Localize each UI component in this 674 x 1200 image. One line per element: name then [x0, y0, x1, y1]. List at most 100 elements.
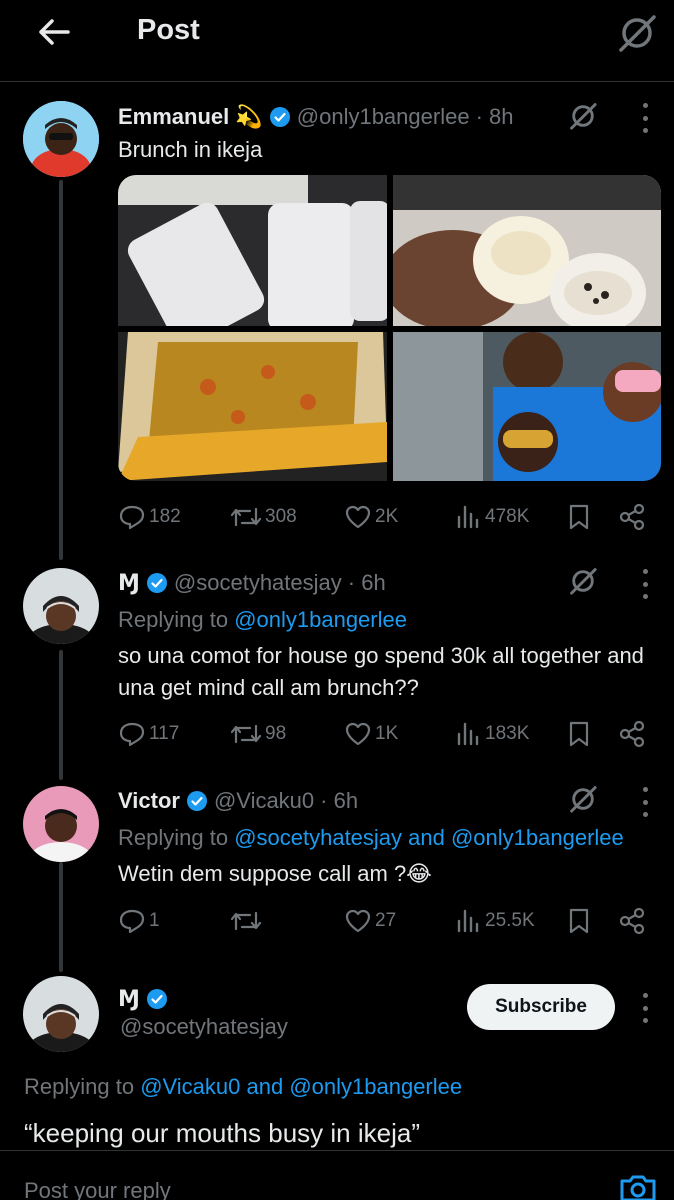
views-count: 183K [485, 723, 530, 744]
views-icon [457, 505, 479, 529]
camera-icon[interactable] [618, 1175, 658, 1200]
mention-link[interactable]: @only1bangerlee [234, 607, 407, 632]
share-icon[interactable] [618, 720, 646, 748]
reply-input[interactable] [24, 1178, 584, 1200]
like-button[interactable]: 27 [344, 904, 396, 938]
post-text: Wetin dem suppose call am ?😂 [118, 861, 432, 886]
reply-count: 182 [149, 506, 181, 527]
bookmark-icon[interactable] [568, 720, 590, 748]
composer-divider [0, 1150, 674, 1151]
user-handle[interactable]: @only1bangerlee [297, 104, 470, 130]
reply-icon [119, 505, 145, 530]
share-icon[interactable] [618, 907, 646, 935]
post-header: Emmanuel 💫 @only1bangerlee · 8h [118, 104, 513, 130]
avatar[interactable] [23, 568, 99, 644]
reply-icon [119, 909, 145, 934]
thread-line [59, 862, 63, 972]
like-button[interactable]: 1K [344, 717, 398, 751]
bookmark-icon[interactable] [568, 503, 590, 531]
user-handle[interactable]: @socetyhatesjay [174, 570, 342, 596]
more-icon[interactable] [641, 993, 649, 1023]
reply-button[interactable]: 117 [118, 717, 179, 751]
repost-count: 308 [265, 506, 297, 527]
views-icon [457, 722, 479, 746]
media-grid [118, 175, 661, 481]
views-button[interactable]: 478K [454, 500, 529, 534]
like-icon [345, 909, 371, 933]
replying-to: Replying to @only1bangerlee [118, 607, 407, 632]
post-text: so una comot for house go spend 30k all … [118, 643, 644, 700]
post-time: · 6h [320, 788, 359, 813]
post-actions: 117 98 1K 183K [118, 717, 648, 751]
post-actions: 182 308 2K 478K [118, 500, 648, 534]
display-name[interactable]: Ɱ [118, 570, 140, 596]
more-icon[interactable] [641, 787, 649, 817]
repost-count: 98 [265, 723, 287, 744]
reply-count: 117 [149, 723, 180, 744]
like-icon [345, 722, 371, 746]
back-arrow-icon[interactable] [36, 14, 72, 50]
repost-icon [230, 724, 262, 744]
repost-button[interactable]: 308 [230, 500, 297, 534]
mention-link[interactable]: @socetyhatesjay and @only1bangerlee [234, 825, 624, 850]
like-count: 2K [375, 506, 399, 527]
post-header: Victor @Vicaku0 · 6h [118, 788, 358, 814]
replying-to: Replying to @Vicaku0 and @only1bangerlee [24, 1074, 463, 1099]
more-icon[interactable] [641, 569, 649, 599]
reply-icon [119, 722, 145, 747]
media-image-pizza[interactable] [118, 332, 387, 481]
share-icon[interactable] [618, 503, 646, 531]
post-time: · 8h [475, 104, 514, 129]
media-image-phones[interactable] [118, 175, 387, 326]
display-name[interactable]: Ɱ [118, 986, 140, 1012]
page-title: Post [137, 14, 200, 46]
reply-button[interactable]: 1 [118, 904, 160, 938]
focused-post-header: Ɱ [118, 986, 174, 1012]
grok-icon[interactable] [616, 12, 658, 54]
top-bar: Post [0, 0, 674, 82]
post-header: Ɱ @socetyhatesjay · 6h [118, 570, 386, 596]
post-text: Brunch in ikeja [118, 137, 263, 162]
views-button[interactable]: 183K [454, 717, 529, 751]
verified-badge-icon [146, 573, 167, 593]
thread-line [59, 180, 63, 560]
verified-badge-icon [146, 989, 167, 1009]
verified-badge-icon [186, 791, 207, 811]
grok-icon[interactable] [568, 566, 598, 596]
user-handle[interactable]: @socetyhatesjay [120, 1014, 288, 1040]
grok-icon[interactable] [568, 101, 598, 131]
views-count: 25.5K [485, 910, 535, 931]
user-handle[interactable]: @Vicaku0 [214, 788, 314, 814]
like-button[interactable]: 2K [344, 500, 398, 534]
views-count: 478K [485, 506, 530, 527]
repost-button[interactable]: 98 [230, 717, 286, 751]
repost-button[interactable] [230, 904, 265, 938]
replying-to: Replying to @socetyhatesjay and @only1ba… [118, 825, 624, 850]
display-name[interactable]: Victor [118, 788, 180, 814]
subscribe-button[interactable]: Subscribe [467, 984, 615, 1030]
more-icon[interactable] [641, 103, 649, 133]
reply-count: 1 [149, 910, 160, 931]
like-count: 27 [375, 910, 397, 931]
mention-link[interactable]: @Vicaku0 and @only1bangerlee [140, 1074, 462, 1099]
avatar[interactable] [23, 976, 99, 1052]
grok-icon[interactable] [568, 784, 598, 814]
media-image-selfie[interactable] [393, 332, 661, 481]
like-count: 1K [375, 723, 399, 744]
media-image-icecream[interactable] [393, 175, 661, 326]
bookmark-icon[interactable] [568, 907, 590, 935]
reply-button[interactable]: 182 [118, 500, 181, 534]
repost-icon [230, 507, 262, 527]
repost-icon [230, 911, 262, 931]
views-icon [457, 909, 479, 933]
focused-post-text: “keeping our mouths busy in ikeja” [24, 1118, 420, 1148]
thread-line [59, 650, 63, 780]
display-name[interactable]: Emmanuel 💫 [118, 104, 263, 130]
views-button[interactable]: 25.5K [454, 904, 535, 938]
avatar[interactable] [23, 786, 99, 862]
post-time: · 6h [347, 570, 386, 595]
post-actions: 1 27 25.5K [118, 904, 648, 938]
avatar[interactable] [23, 101, 99, 177]
verified-badge-icon [269, 107, 290, 127]
like-icon [345, 505, 371, 529]
